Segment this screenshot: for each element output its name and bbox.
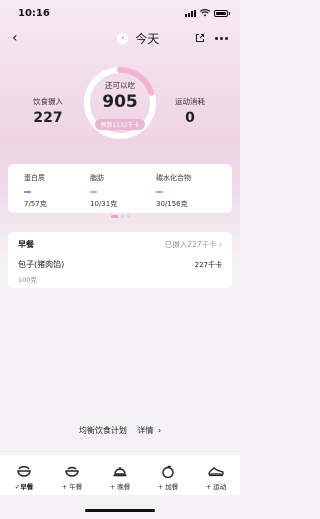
exercise-icon <box>208 466 224 476</box>
back-arrow-icon[interactable]: ‹ <box>12 31 18 45</box>
share-icon[interactable] <box>195 33 205 43</box>
dinner-icon <box>113 467 127 477</box>
food-name: 包子(猪肉馅) <box>18 260 65 269</box>
breakfast-icon <box>17 466 31 477</box>
tab-label: ✓早餐 <box>2 481 46 491</box>
plan-label: 均衡饮食计划 <box>78 426 127 435</box>
page-dot <box>110 215 118 218</box>
diet-plan-link[interactable]: 均衡饮食计划 详情 › <box>0 425 240 436</box>
battery-icon <box>214 9 230 17</box>
status-time: 10:16 <box>18 7 50 19</box>
tab-label: + 加餐 <box>157 483 179 491</box>
macro-value: 10/31克 <box>90 200 118 208</box>
intake-stat: 饮食摄入 227 <box>18 96 78 126</box>
macro-bar <box>24 191 31 193</box>
tab-label-text: 早餐 <box>20 483 34 491</box>
food-kcal: 227千卡 <box>194 260 222 269</box>
plan-detail-link[interactable]: 详情 <box>137 426 153 435</box>
burn-value: 0 <box>185 110 195 126</box>
macro-value: 30/156克 <box>156 200 188 208</box>
macro-card[interactable]: 蛋白质 7/57克 脂肪 10/31克 碳水化合物 30/156克 <box>8 164 232 213</box>
food-weight: 100克 <box>18 276 37 284</box>
nav-bar: ‹ ‹ 今天 <box>0 28 240 48</box>
remaining-label: 还可以吃 <box>105 81 135 90</box>
tab-label: + 午餐 <box>61 483 83 491</box>
date-switcher: ‹ 今天 <box>117 30 159 47</box>
meal-status-text: 已摄入227千卡 <box>164 240 217 249</box>
macro-name: 脂肪 <box>90 174 104 182</box>
macro-bar <box>90 191 97 193</box>
page-indicator <box>0 215 240 218</box>
nav-actions <box>195 33 228 43</box>
meal-card-breakfast[interactable]: 早餐 已摄入227千卡 › 包子(猪肉馅) 227千卡 100克 <box>8 232 232 288</box>
macro-protein: 蛋白质 7/57克 <box>24 173 90 213</box>
more-icon[interactable] <box>215 36 228 40</box>
page-title: 今天 <box>135 31 160 46</box>
tab-dinner[interactable]: + 晚餐 <box>98 464 142 495</box>
meal-status: 已摄入227千卡 › <box>165 239 222 250</box>
page-dot <box>126 215 130 218</box>
macro-fat: 脂肪 10/31克 <box>90 173 156 213</box>
chevron-right-icon: › <box>219 240 222 249</box>
burn-stat: 运动消耗 0 <box>160 96 220 126</box>
macro-name: 碳水化合物 <box>156 174 191 182</box>
burn-label: 运动消耗 <box>175 97 205 106</box>
macro-value: 7/57克 <box>24 200 47 208</box>
status-bar: 10:16 <box>0 0 240 26</box>
food-item[interactable]: 包子(猪肉馅) 227千卡 <box>18 259 222 270</box>
signal-icon <box>185 9 196 17</box>
tab-snack[interactable]: + 加餐 <box>146 464 190 495</box>
meal-header[interactable]: 早餐 已摄入227千卡 › <box>18 239 222 250</box>
budget-pill: 预算1132千卡 <box>95 119 145 130</box>
snack-icon <box>162 465 174 478</box>
calorie-summary: 饮食摄入 227 还可以吃 905 预算1132千卡 运动消耗 0 <box>0 62 240 142</box>
tab-label: + 运动 <box>205 483 227 491</box>
lunch-icon <box>65 466 79 477</box>
home-indicator <box>85 509 155 512</box>
page-dot <box>120 215 124 218</box>
chevron-left-icon[interactable]: ‹ <box>117 32 129 44</box>
wifi-icon <box>200 9 210 17</box>
bottom-tab-bar: ✓早餐 + 午餐 + 晚餐 + 加餐 + 运动 <box>0 455 240 495</box>
ring-center: 还可以吃 905 预算1132千卡 <box>80 63 160 143</box>
macro-bar <box>156 191 163 193</box>
tab-breakfast[interactable]: ✓早餐 <box>2 464 46 495</box>
chevron-right-icon: › <box>157 426 162 435</box>
macro-carbs: 碳水化合物 30/156克 <box>156 173 222 213</box>
intake-label: 饮食摄入 <box>33 97 63 106</box>
macro-name: 蛋白质 <box>24 174 45 182</box>
tab-lunch[interactable]: + 午餐 <box>50 464 94 495</box>
tab-exercise[interactable]: + 运动 <box>194 464 238 495</box>
tab-label: + 晚餐 <box>109 483 131 491</box>
remaining-value: 905 <box>102 92 138 112</box>
intake-value: 227 <box>33 110 63 126</box>
meal-title: 早餐 <box>18 240 34 249</box>
status-icons <box>185 9 230 17</box>
